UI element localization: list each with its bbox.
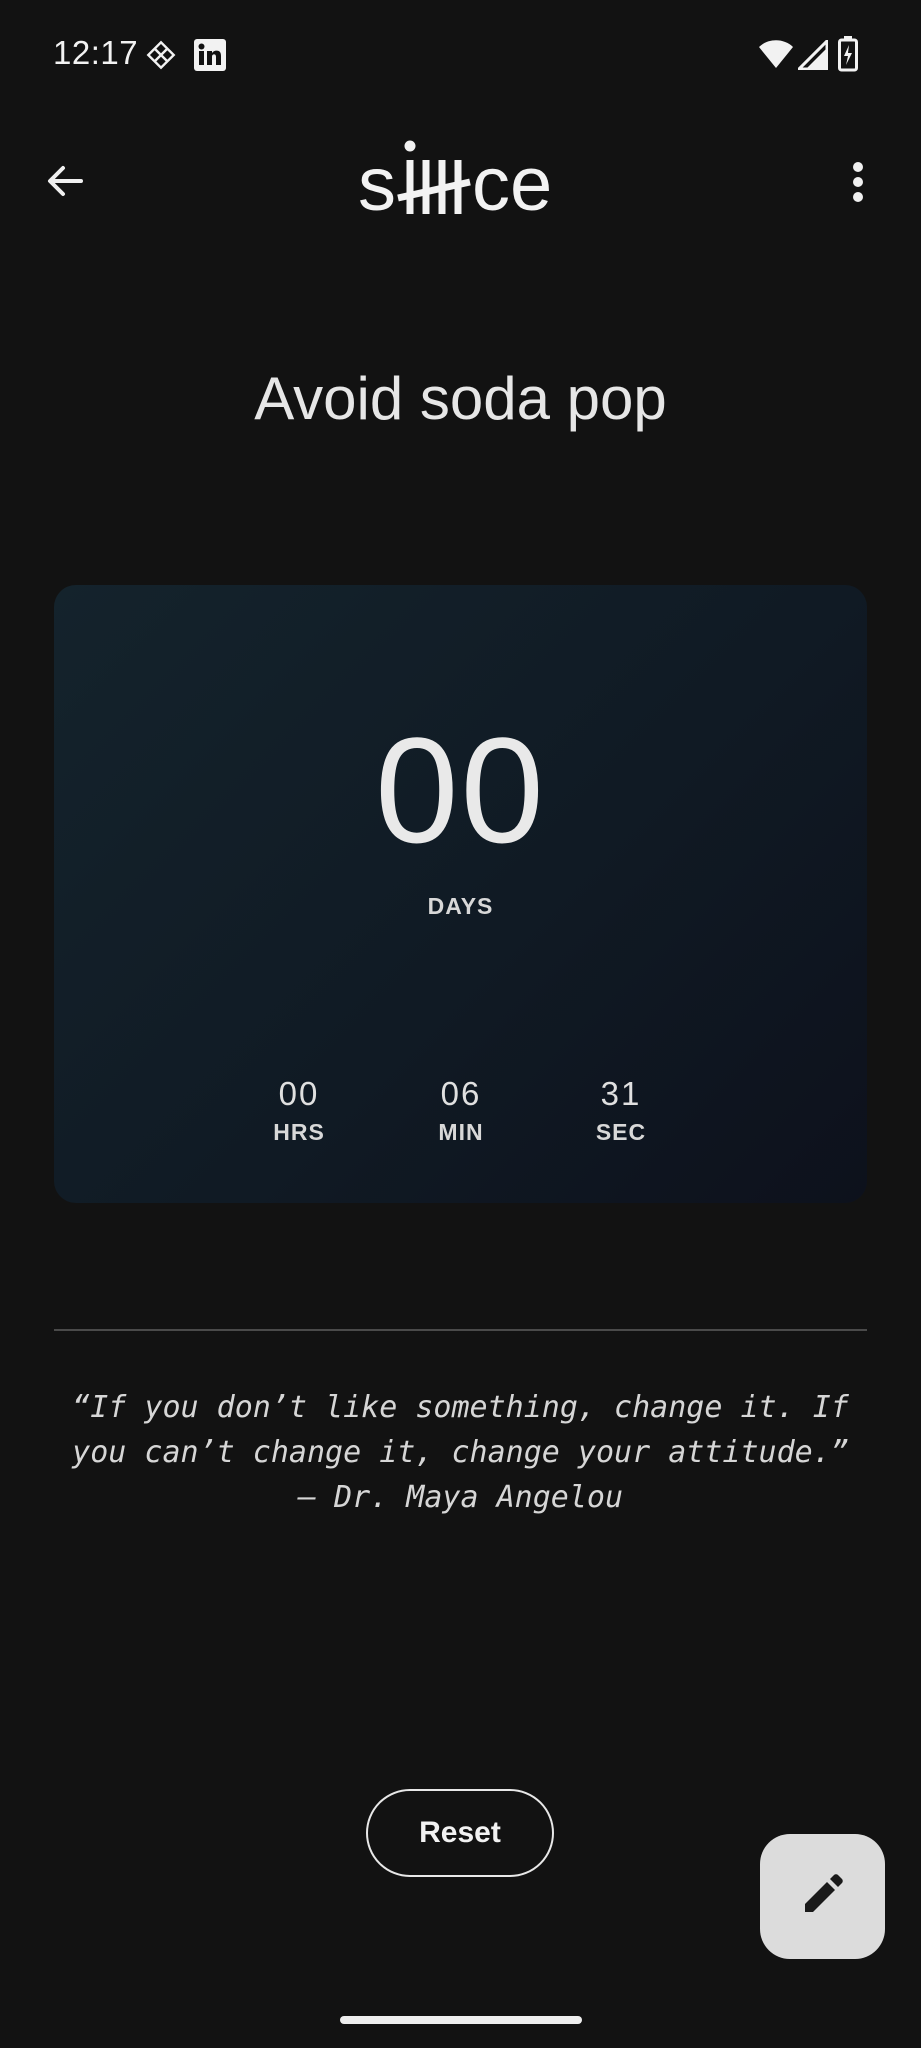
battery-charging-icon [838,36,858,72]
goal-title: Avoid soda pop [254,365,667,432]
quote-attribution: — Dr. Maya Angelou [297,1480,624,1515]
seconds-unit: 31 SEC [561,1075,681,1146]
hours-value: 00 [278,1075,320,1112]
svg-text:s: s [358,142,396,226]
quote-line-1: “If you don’t like something, change it.… [72,1390,849,1425]
app-bar: s ce [0,130,921,240]
more-vert-icon [851,161,865,208]
timer-card: 00 DAYS 00 HRS 06 MIN 31 SEC [54,585,867,1203]
days-value: 00 [375,706,546,874]
seconds-value: 31 [600,1075,642,1112]
hours-label: HRS [273,1119,325,1145]
signal-icon [795,37,829,71]
linkedin-icon [193,38,227,72]
wifi-icon [758,39,794,69]
back-button[interactable] [36,154,94,212]
hours-unit: 00 HRS [239,1075,359,1146]
days-label: DAYS [427,893,494,919]
arrow-back-icon [45,161,85,206]
divider [54,1329,867,1331]
diamond-grid-icon [144,38,178,72]
seconds-label: SEC [595,1119,647,1145]
pencil-icon [801,1872,845,1921]
edit-button[interactable] [760,1834,885,1959]
status-time: 12:17 [53,34,139,71]
reset-button[interactable]: Reset [366,1789,554,1877]
overflow-menu-button[interactable] [830,154,886,214]
quote: “If you don’t like something, change it.… [40,1385,881,1520]
quote-line-2: you can’t change it, change your attitud… [72,1435,849,1470]
home-indicator[interactable] [340,2016,582,2024]
minutes-label: MIN [438,1119,484,1145]
app-logo: s ce [358,130,570,227]
minutes-value: 06 [440,1075,482,1112]
minutes-unit: 06 MIN [401,1075,521,1146]
svg-text:ce: ce [472,142,552,226]
status-bar: 12:17 [0,0,921,110]
